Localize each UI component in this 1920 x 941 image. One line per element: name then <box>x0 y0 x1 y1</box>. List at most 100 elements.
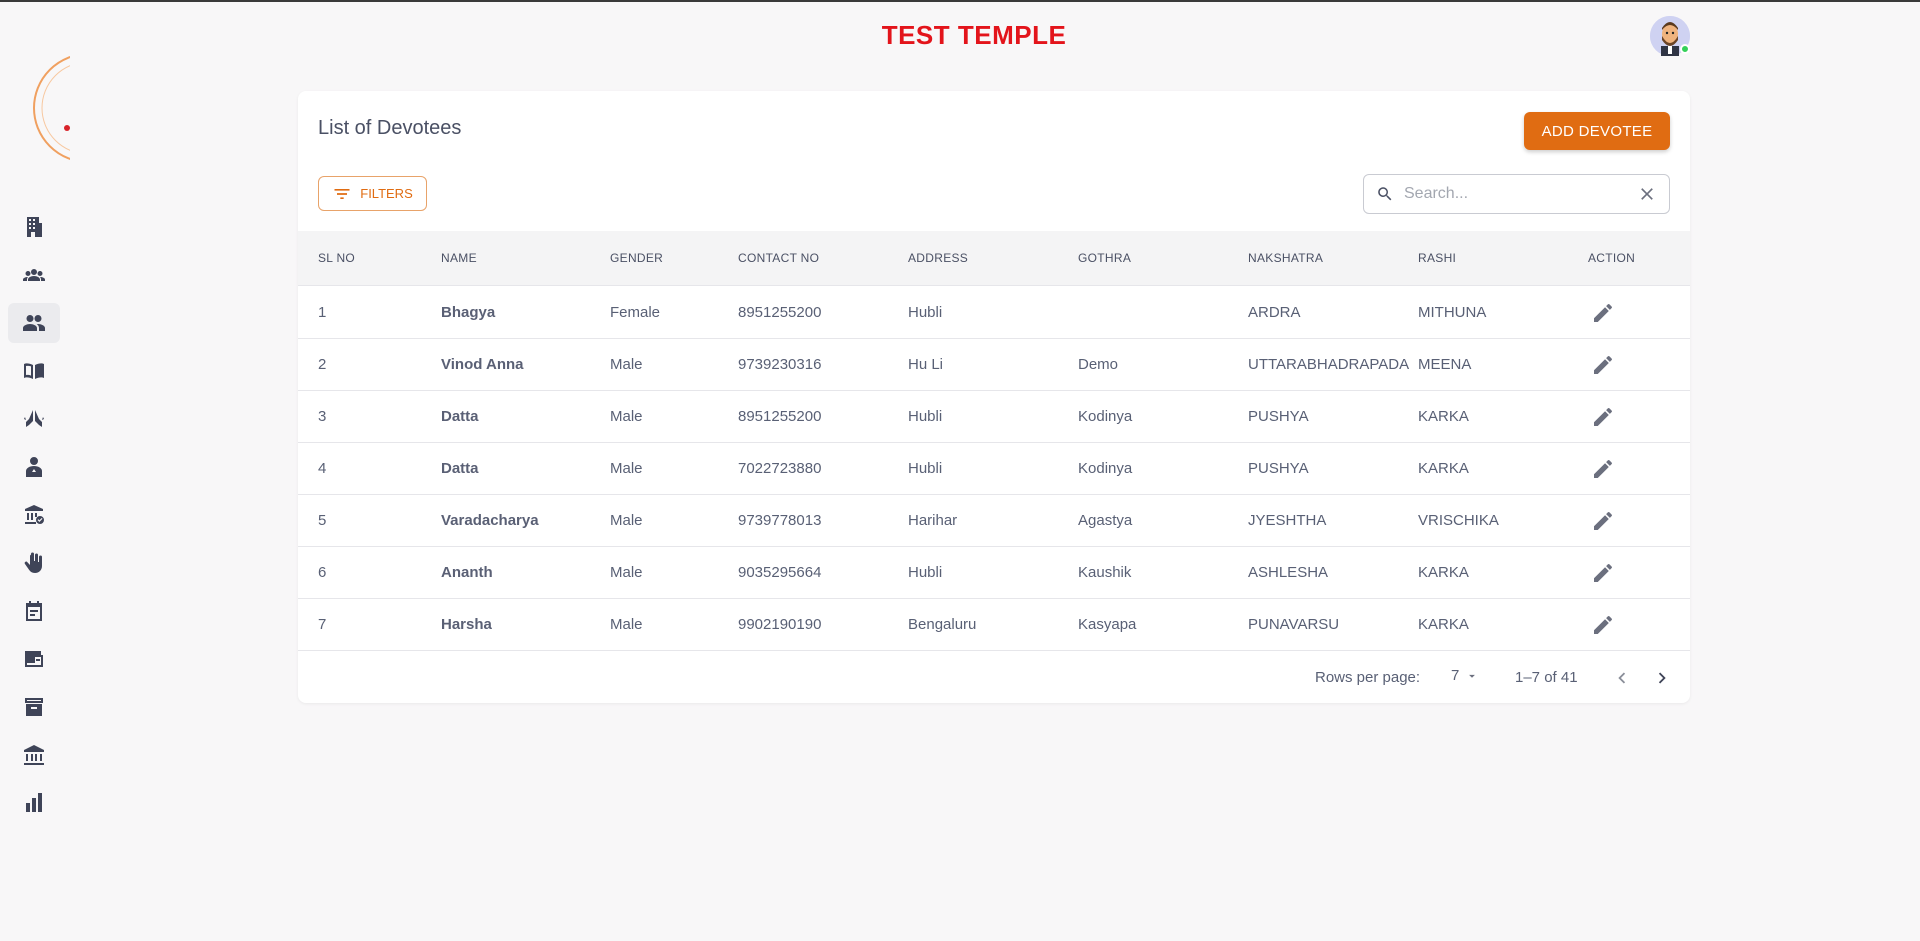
nakshatra-cell: ASHLESHA <box>1248 564 1329 581</box>
contact-cell: 9739230316 <box>738 356 822 373</box>
table-row: 4 Datta Male 7022723880 Hubli Kodinya PUSHYA KA… <box>298 443 1690 495</box>
sidebar-item-devotees[interactable] <box>8 303 60 343</box>
sidebar-item-calendar[interactable] <box>8 591 60 631</box>
wallet-icon <box>25 651 43 667</box>
app-title: TEST TEMPLE <box>881 20 1067 50</box>
contact-cell: 8951255200 <box>738 304 822 321</box>
contact-cell: 7022723880 <box>738 460 822 477</box>
edit-icon[interactable] <box>1591 457 1615 481</box>
priest-icon <box>26 457 42 477</box>
sidebar-item-praying-hands[interactable] <box>8 399 60 439</box>
edit-icon[interactable] <box>1591 405 1615 429</box>
filter-icon <box>334 188 350 199</box>
sidebar-item-archive[interactable] <box>8 687 60 727</box>
archive-icon <box>25 698 43 716</box>
sl-no-cell: 3 <box>318 408 327 425</box>
nakshatra-cell: PUNAVARSU <box>1248 616 1340 633</box>
contact-cell: 9902190190 <box>738 616 822 633</box>
name-cell: Datta <box>441 460 479 477</box>
table-row: 7 Harsha Male 9902190190 Bengaluru Kasyapa PUN… <box>298 599 1690 651</box>
name-cell: Ananth <box>441 564 493 581</box>
column-header-gothra[interactable]: GOTHRA <box>1078 231 1131 286</box>
table-header: SL NO NAME GENDER CONTACT NO ADDRESS GOT… <box>298 231 1690 286</box>
address-cell: Hubli <box>908 460 943 477</box>
sidebar-item-bar-chart[interactable] <box>8 783 60 823</box>
address-cell: Hubli <box>908 564 943 581</box>
bar-chart-icon <box>26 793 42 812</box>
devotees-card: List of Devotees ADD DEVOTEE FILTERS SL … <box>298 91 1690 703</box>
rows-per-page-label: Rows per page: <box>1315 669 1421 686</box>
edit-icon[interactable] <box>1591 613 1615 637</box>
search-input[interactable] <box>1404 185 1637 203</box>
table-row: 3 Datta Male 8951255200 Hubli Kodinya PUSHYA KA… <box>298 391 1690 443</box>
praying-hands-icon <box>24 410 44 427</box>
hand-icon <box>24 552 42 573</box>
column-header-rashi[interactable]: RASHI <box>1418 231 1456 286</box>
edit-icon[interactable] <box>1591 509 1615 533</box>
sl-no-cell: 2 <box>318 356 327 373</box>
rashi-cell: KARKA <box>1418 460 1469 477</box>
name-cell: Bhagya <box>441 304 496 321</box>
add-devotee-button[interactable]: ADD DEVOTEE <box>1524 112 1670 150</box>
sidebar-item-group[interactable] <box>8 255 60 295</box>
user-avatar[interactable] <box>1650 16 1690 56</box>
sidebar-item-building[interactable] <box>8 207 60 247</box>
sl-no-cell: 6 <box>318 564 327 581</box>
sl-no-cell: 7 <box>318 616 327 633</box>
rashi-cell: MEENA <box>1418 356 1472 373</box>
column-header-name[interactable]: NAME <box>441 231 477 286</box>
gothra-cell: Kaushik <box>1078 564 1132 581</box>
sidebar-item-temple-verified[interactable] <box>8 495 60 535</box>
gothra-cell: Demo <box>1078 356 1119 373</box>
group-icon <box>23 269 45 281</box>
sidebar-item-hand[interactable] <box>8 543 60 583</box>
address-cell: Hubli <box>908 408 943 425</box>
search-field <box>1363 174 1670 214</box>
gothra-cell: Kodinya <box>1078 408 1133 425</box>
nakshatra-cell: PUSHYA <box>1248 408 1309 425</box>
column-header-contact-no[interactable]: CONTACT NO <box>738 231 819 286</box>
devotees-icon <box>23 315 45 331</box>
rows-per-page-value: 7 <box>1451 667 1460 684</box>
edit-icon[interactable] <box>1591 561 1615 585</box>
rows-per-page-select[interactable]: 7 <box>1451 667 1479 684</box>
sl-no-cell: 5 <box>318 512 327 529</box>
sidebar-item-book[interactable] <box>8 351 60 391</box>
name-cell: Datta <box>441 408 479 425</box>
search-icon <box>1378 187 1392 201</box>
clear-search-icon[interactable] <box>1637 184 1657 204</box>
rashi-cell: VRISCHIKA <box>1418 512 1499 529</box>
column-header-address[interactable]: ADDRESS <box>908 231 968 286</box>
previous-page-button[interactable] <box>1609 665 1635 691</box>
sidebar-item-priest[interactable] <box>8 447 60 487</box>
contact-cell: 9035295664 <box>738 564 822 581</box>
book-icon <box>24 363 44 379</box>
contact-cell: 8951255200 <box>738 408 822 425</box>
filters-button[interactable]: FILTERS <box>318 176 427 211</box>
sidebar-item-bank[interactable] <box>8 735 60 775</box>
page-title: List of Devotees <box>318 117 462 139</box>
gender-cell: Male <box>610 564 643 581</box>
gender-cell: Male <box>610 512 643 529</box>
sidebar-item-wallet[interactable] <box>8 639 60 679</box>
nakshatra-cell: ARDRA <box>1248 304 1301 321</box>
column-header-gender[interactable]: GENDER <box>610 231 663 286</box>
name-cell: Harsha <box>441 616 492 633</box>
gender-cell: Male <box>610 408 643 425</box>
rashi-cell: KARKA <box>1418 408 1469 425</box>
temple-verified-icon <box>25 505 44 524</box>
name-cell: Vinod Anna <box>441 356 524 373</box>
edit-icon[interactable] <box>1591 301 1615 325</box>
column-header-sl-no[interactable]: SL NO <box>318 231 355 286</box>
online-status-dot <box>1680 44 1690 54</box>
pagination: Rows per page: 7 1–7 of 41 <box>298 653 1690 703</box>
edit-icon[interactable] <box>1591 353 1615 377</box>
address-cell: Harihar <box>908 512 958 529</box>
column-header-nakshatra[interactable]: NAKSHATRA <box>1248 231 1323 286</box>
gender-cell: Male <box>610 616 643 633</box>
filters-label: FILTERS <box>360 186 413 201</box>
table-row: 2 Vinod Anna Male 9739230316 Hu Li Demo UTTARA… <box>298 339 1690 391</box>
next-page-button[interactable] <box>1649 665 1675 691</box>
nakshatra-cell: JYESHTHA <box>1248 512 1327 529</box>
address-cell: Hubli <box>908 304 943 321</box>
